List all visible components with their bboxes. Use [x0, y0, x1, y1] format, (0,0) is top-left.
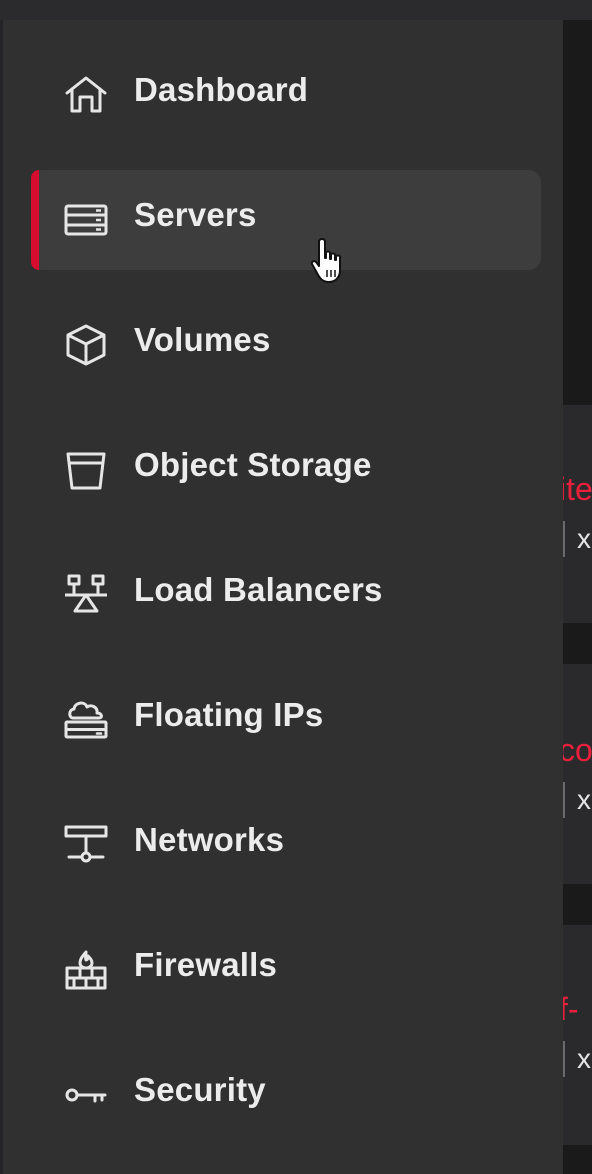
app-window: s ite x co x f- x Dashboard: [0, 0, 592, 1174]
sidebar-item-load-balancers[interactable]: Load Balancers: [31, 545, 541, 645]
bucket-icon: [63, 448, 109, 492]
sidebar-item-label: Security: [134, 1071, 266, 1108]
server-card[interactable]: f- x: [559, 925, 592, 1145]
sidebar-item-floating-ips[interactable]: Floating IPs: [31, 670, 541, 770]
sidebar-item-label: Load Balancers: [134, 571, 383, 608]
server-card-title[interactable]: ite: [559, 471, 592, 508]
card-separator: [563, 1041, 565, 1077]
server-icon: [63, 198, 109, 242]
server-card[interactable]: ite x: [559, 405, 592, 623]
sidebar-item-label: Volumes: [134, 321, 271, 358]
sidebar-item-networks[interactable]: Networks: [31, 795, 541, 895]
sidebar-item-firewalls[interactable]: Firewalls: [31, 920, 541, 1020]
server-card-meta: x: [577, 523, 591, 554]
card-separator: [563, 782, 565, 818]
sidebar-item-label: Servers: [134, 196, 257, 233]
server-card[interactable]: co x: [559, 664, 592, 884]
cube-icon: [63, 323, 109, 367]
key-icon: [63, 1073, 109, 1117]
sidebar-item-security[interactable]: Security: [31, 1045, 541, 1145]
network-icon: [63, 823, 109, 867]
sidebar-item-label: Networks: [134, 821, 285, 858]
card-separator: [563, 521, 565, 557]
sidebar-nav: Dashboard Servers Volumes Object Storage…: [0, 20, 563, 1174]
server-card-meta: x: [577, 1043, 591, 1074]
cloud-server-icon: [63, 698, 109, 742]
sidebar-item-label: Floating IPs: [134, 696, 324, 733]
main-header-fragment: s: [563, 118, 592, 168]
load-balancer-icon: [63, 573, 109, 617]
server-card-title[interactable]: co: [559, 732, 592, 769]
house-icon: [63, 73, 109, 117]
sidebar-item-object-storage[interactable]: Object Storage: [31, 420, 541, 520]
sidebar-item-dashboard[interactable]: Dashboard: [31, 45, 541, 145]
sidebar-item-label: Object Storage: [134, 446, 372, 483]
sidebar-item-servers[interactable]: Servers: [31, 170, 541, 270]
sidebar-item-volumes[interactable]: Volumes: [31, 295, 541, 395]
firewall-icon: [63, 948, 109, 992]
sidebar-item-label: Dashboard: [134, 71, 309, 108]
top-bar: [0, 0, 592, 20]
server-card-meta: x: [577, 784, 591, 815]
sidebar-item-label: Firewalls: [134, 946, 278, 983]
